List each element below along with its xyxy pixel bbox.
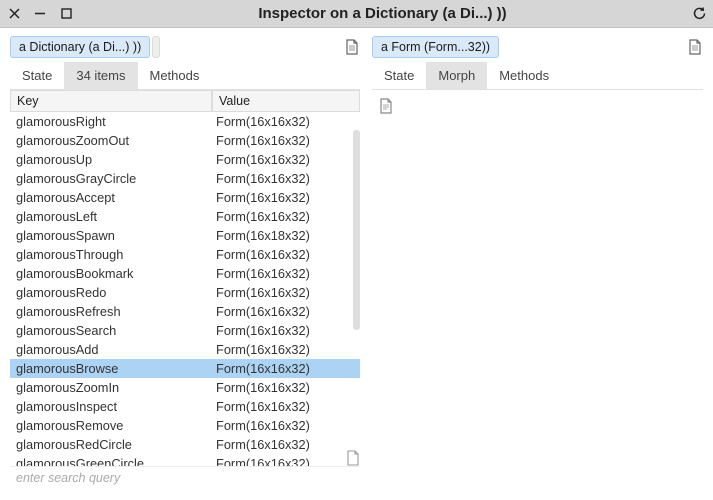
search-row [10,466,360,490]
breadcrumb-next[interactable] [152,36,160,58]
table-row[interactable]: glamorousInspectForm(16x16x32) [10,397,360,416]
right-body [372,90,703,490]
cell-value: Form(16x16x32) [212,418,360,433]
tab-state-right[interactable]: State [372,62,426,89]
cell-key: glamorousThrough [10,247,212,262]
table-row[interactable]: glamorousRedoForm(16x16x32) [10,283,360,302]
cell-value: Form(16x16x32) [212,133,360,148]
content: a Dictionary (a Di...) )) State 34 items… [0,28,713,500]
cell-value: Form(16x16x32) [212,323,360,338]
titlebar: Inspector on a Dictionary (a Di...) )) [0,0,713,28]
form-preview-icon[interactable] [378,98,394,114]
tab-state[interactable]: State [10,62,64,89]
column-header-key[interactable]: Key [10,90,212,112]
cell-value: Form(16x16x32) [212,285,360,300]
table-row[interactable]: glamorousThroughForm(16x16x32) [10,245,360,264]
cell-key: glamorousSearch [10,323,212,338]
cell-value: Form(16x16x32) [212,190,360,205]
breadcrumb-dictionary[interactable]: a Dictionary (a Di...) )) [10,36,150,58]
cell-key: glamorousZoomOut [10,133,212,148]
column-headers: Key Value [10,90,360,112]
tab-items[interactable]: 34 items [64,62,137,89]
table-row[interactable]: glamorousGreenCircleForm(16x16x32) [10,454,360,466]
right-tabs: State Morph Methods [372,62,703,90]
page-icon[interactable] [687,39,703,55]
cell-value: Form(16x16x32) [212,171,360,186]
left-body: Key Value glamorousRightForm(16x16x32)gl… [10,90,360,490]
table-row[interactable]: glamorousRightForm(16x16x32) [10,112,360,131]
left-pane: a Dictionary (a Di...) )) State 34 items… [10,36,360,490]
maximize-icon[interactable] [58,6,74,22]
page-icon[interactable] [346,450,362,466]
cell-key: glamorousAdd [10,342,212,357]
table-row[interactable]: glamorousZoomOutForm(16x16x32) [10,131,360,150]
cell-key: glamorousInspect [10,399,212,414]
cell-key: glamorousAccept [10,190,212,205]
right-pane: a Form (Form...32)) State Morph Methods [372,36,703,490]
table-row[interactable]: glamorousRefreshForm(16x16x32) [10,302,360,321]
cell-value: Form(16x16x32) [212,437,360,452]
refresh-icon[interactable] [691,6,707,22]
cell-key: glamorousBrowse [10,361,212,376]
table-row[interactable]: glamorousZoomInForm(16x16x32) [10,378,360,397]
cell-key: glamorousLeft [10,209,212,224]
cell-value: Form(16x16x32) [212,342,360,357]
table-row[interactable]: glamorousGrayCircleForm(16x16x32) [10,169,360,188]
cell-value: Form(16x16x32) [212,266,360,281]
minimize-icon[interactable] [32,6,48,22]
table-row[interactable]: glamorousRedCircleForm(16x16x32) [10,435,360,454]
left-tabs: State 34 items Methods [10,62,360,90]
cell-value: Form(16x16x32) [212,247,360,262]
cell-key: glamorousBookmark [10,266,212,281]
cell-value: Form(16x16x32) [212,114,360,129]
items-table: Key Value glamorousRightForm(16x16x32)gl… [10,90,360,466]
right-pane-header: a Form (Form...32)) [372,36,703,58]
cell-value: Form(16x16x32) [212,399,360,414]
column-header-value[interactable]: Value [212,90,360,112]
cell-value: Form(16x18x32) [212,228,360,243]
cell-key: glamorousZoomIn [10,380,212,395]
table-row[interactable]: glamorousBrowseForm(16x16x32) [10,359,360,378]
page-icon[interactable] [344,39,360,55]
cell-key: glamorousRedo [10,285,212,300]
table-row[interactable]: glamorousSpawnForm(16x18x32) [10,226,360,245]
table-row[interactable]: glamorousUpForm(16x16x32) [10,150,360,169]
cell-key: glamorousGreenCircle [10,456,212,466]
table-row[interactable]: glamorousLeftForm(16x16x32) [10,207,360,226]
tab-morph[interactable]: Morph [426,62,487,89]
window-title: Inspector on a Dictionary (a Di...) )) [74,5,691,22]
cell-key: glamorousRemove [10,418,212,433]
tab-methods-right[interactable]: Methods [487,62,561,89]
cell-value: Form(16x16x32) [212,304,360,319]
rows-container: glamorousRightForm(16x16x32)glamorousZoo… [10,112,360,466]
table-row[interactable]: glamorousRemoveForm(16x16x32) [10,416,360,435]
left-pane-header: a Dictionary (a Di...) )) [10,36,360,58]
cell-key: glamorousSpawn [10,228,212,243]
search-input[interactable] [16,471,354,485]
table-row[interactable]: glamorousAcceptForm(16x16x32) [10,188,360,207]
cell-value: Form(16x16x32) [212,152,360,167]
tab-methods[interactable]: Methods [138,62,212,89]
table-row[interactable]: glamorousBookmarkForm(16x16x32) [10,264,360,283]
cell-value: Form(16x16x32) [212,209,360,224]
close-icon[interactable] [6,6,22,22]
cell-key: glamorousGrayCircle [10,171,212,186]
cell-value: Form(16x16x32) [212,380,360,395]
cell-key: glamorousUp [10,152,212,167]
cell-key: glamorousRight [10,114,212,129]
cell-key: glamorousRedCircle [10,437,212,452]
table-row[interactable]: glamorousAddForm(16x16x32) [10,340,360,359]
cell-value: Form(16x16x32) [212,361,360,376]
cell-key: glamorousRefresh [10,304,212,319]
cell-value: Form(16x16x32) [212,456,360,466]
table-row[interactable]: glamorousSearchForm(16x16x32) [10,321,360,340]
breadcrumb-form[interactable]: a Form (Form...32)) [372,36,499,58]
